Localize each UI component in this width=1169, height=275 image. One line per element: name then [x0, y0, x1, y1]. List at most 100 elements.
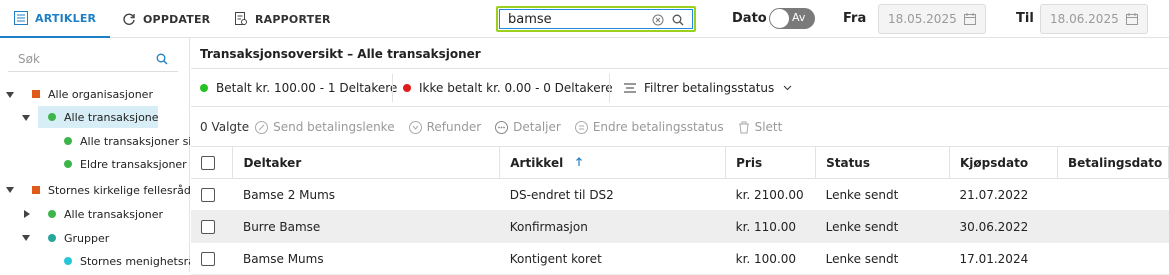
column-label: Deltaker	[243, 155, 302, 170]
cell-artikkel: DS-endret til DS2	[499, 178, 726, 211]
paid-status-dot-icon	[200, 83, 208, 92]
table-row[interactable]: Burre Bamse Konfirmasjon kr. 110.00 Lenk…	[191, 210, 1169, 243]
list-icon	[14, 11, 28, 25]
cell-status: Lenke sendt	[815, 242, 950, 275]
group-marker-icon	[64, 257, 72, 265]
date-label: Dato	[732, 11, 767, 26]
details-button[interactable]: Detaljer	[495, 120, 561, 134]
table-row[interactable]: Bamse 2 Mums DS-endret til DS2 kr. 2100.…	[191, 178, 1169, 211]
action-label: Detaljer	[513, 120, 561, 134]
column-label: Betalingsdato	[1067, 155, 1163, 170]
tree-item-stornes-kirkelige-fellesrad[interactable]: Stornes kirkelige fellesråd	[32, 179, 190, 201]
selected-count: 0 Valgte	[200, 120, 250, 134]
refresh-icon	[123, 13, 135, 25]
to-label: Til	[1016, 11, 1034, 26]
tab-rapporter[interactable]: RAPPORTER	[234, 0, 331, 38]
column-header-status[interactable]: Status	[815, 146, 950, 179]
tree-item-alle-transaksjoner-2[interactable]: Alle transaksjoner	[48, 203, 190, 225]
expand-caret-icon[interactable]	[24, 210, 30, 218]
column-header-betalingsdato[interactable]: Betalingsdato	[1057, 146, 1169, 179]
refund-icon	[408, 120, 422, 134]
org-marker-icon	[32, 90, 40, 98]
collapse-caret-icon[interactable]	[22, 235, 30, 241]
tree-item-grupper[interactable]: Grupper	[48, 227, 190, 249]
tree-item-label: Alle transaksjoner	[64, 207, 164, 221]
tab-artikler[interactable]: ARTIKLER	[0, 0, 111, 38]
cell-betalingsdato	[1057, 178, 1169, 211]
column-label: Pris	[736, 155, 763, 170]
tree-item-alle-transaksjoner[interactable]: Alle transaksjoner	[38, 106, 158, 128]
action-toolbar: 0 Valgte Send betalingslenke Refunder De…	[191, 116, 782, 138]
cell-pris: kr. 100.00	[725, 242, 816, 275]
select-all-checkbox[interactable]	[201, 155, 215, 170]
tab-oppdater[interactable]: OPPDATER	[122, 0, 210, 38]
column-header-pris[interactable]: Pris	[725, 146, 817, 179]
refund-button[interactable]: Refunder	[408, 120, 481, 134]
cell-deltaker: Burre Bamse	[232, 210, 500, 243]
paid-summary[interactable]: Betalt kr. 100.00 - 1 Deltakere	[200, 69, 397, 106]
row-checkbox[interactable]	[201, 219, 215, 234]
date-toggle[interactable]: Av	[769, 8, 815, 29]
column-header-deltaker[interactable]: Deltaker	[232, 146, 501, 179]
top-bar: ARTIKLER OPPDATER RAPPORTER bamse Dato A…	[0, 0, 1169, 38]
sidebar-search-placeholder: Søk	[18, 52, 40, 66]
from-label: Fra	[843, 11, 867, 26]
search-input[interactable]: bamse	[508, 12, 552, 27]
row-select-cell	[191, 210, 233, 243]
collapse-caret-icon[interactable]	[22, 115, 30, 121]
divider	[392, 74, 393, 102]
column-label: Artikkel	[510, 155, 564, 170]
tree-item-label: Alle transaksjoner	[64, 110, 158, 124]
unpaid-summary[interactable]: Ikke betalt kr. 0.00 - 0 Deltakere	[403, 69, 613, 106]
sort-ascending-icon	[576, 156, 583, 166]
cell-status: Lenke sendt	[815, 178, 950, 211]
row-select-cell	[191, 178, 233, 211]
tree-item-label: Alle organisasjoner	[48, 87, 153, 101]
tree-item-alle-transaksjoner-siste[interactable]: Alle transaksjoner siste	[64, 130, 190, 152]
table-row[interactable]: Bamse Mums Kontigent koret kr. 100.00 Le…	[191, 242, 1169, 275]
trash-icon	[738, 121, 749, 133]
tree-item-eldre-transaksjoner[interactable]: Eldre transaksjoner	[64, 153, 190, 175]
table-header-row: Deltaker Artikkel Pris Status Kjøpsdato …	[191, 146, 1169, 179]
filter-label: Filtrer betalingsstatus	[644, 80, 775, 95]
tree-item-label: Eldre transaksjoner	[80, 157, 187, 171]
main-panel: Transaksjonsoversikt – Alle transaksjone…	[191, 38, 1169, 275]
collapse-caret-icon[interactable]	[6, 187, 14, 193]
link-icon	[255, 120, 269, 134]
tree-item-stornes-menighetsrad[interactable]: Stornes menighetsråd	[64, 250, 190, 272]
to-date-input[interactable]: 18.06.2025	[1040, 4, 1148, 34]
tree-item-label: Stornes kirkelige fellesråd	[48, 183, 190, 197]
cell-kjopsdato: 17.01.2024	[949, 242, 1058, 275]
search-icon[interactable]	[672, 14, 684, 26]
search-box[interactable]: bamse	[496, 6, 696, 32]
cell-betalingsdato	[1057, 242, 1169, 275]
column-header-kjopsdato[interactable]: Kjøpsdato	[949, 146, 1058, 179]
unpaid-summary-label: Ikke betalt kr. 0.00 - 0 Deltakere	[419, 80, 613, 95]
sidebar: Søk Alle organisasjoner Alle transaksjon…	[0, 38, 190, 272]
calendar-icon[interactable]	[964, 13, 976, 25]
filter-lines-icon	[624, 83, 636, 92]
action-label: Send betalingslenke	[273, 120, 395, 134]
delete-button[interactable]: Slett	[738, 120, 782, 134]
tree-item-alle-organisasjoner[interactable]: Alle organisasjoner	[32, 83, 190, 105]
send-payment-link-button[interactable]: Send betalingslenke	[255, 120, 395, 134]
column-label: Status	[826, 155, 870, 170]
calendar-icon[interactable]	[1126, 13, 1138, 25]
to-date-value: 18.06.2025	[1050, 12, 1119, 26]
tree-item-label: Grupper	[64, 231, 110, 245]
toggle-state: Av	[792, 11, 806, 24]
search-icon[interactable]	[156, 53, 168, 65]
clear-icon[interactable]	[652, 14, 664, 26]
from-date-input[interactable]: 18.05.2025	[878, 4, 986, 34]
filter-payment-status-dropdown[interactable]: Filtrer betalingsstatus	[624, 69, 792, 106]
change-payment-status-button[interactable]: Endre betalingsstatus	[574, 120, 724, 134]
payment-filter-bar: Betalt kr. 100.00 - 1 Deltakere Ikke bet…	[191, 68, 1169, 107]
group-marker-icon	[64, 137, 72, 145]
row-checkbox[interactable]	[201, 251, 215, 266]
sidebar-search-input[interactable]: Søk	[8, 46, 178, 72]
cell-deltaker: Bamse Mums	[232, 242, 500, 275]
column-header-artikkel[interactable]: Artikkel	[499, 146, 727, 179]
select-all-cell	[191, 146, 234, 179]
collapse-caret-icon[interactable]	[6, 92, 14, 98]
row-checkbox[interactable]	[201, 187, 215, 202]
